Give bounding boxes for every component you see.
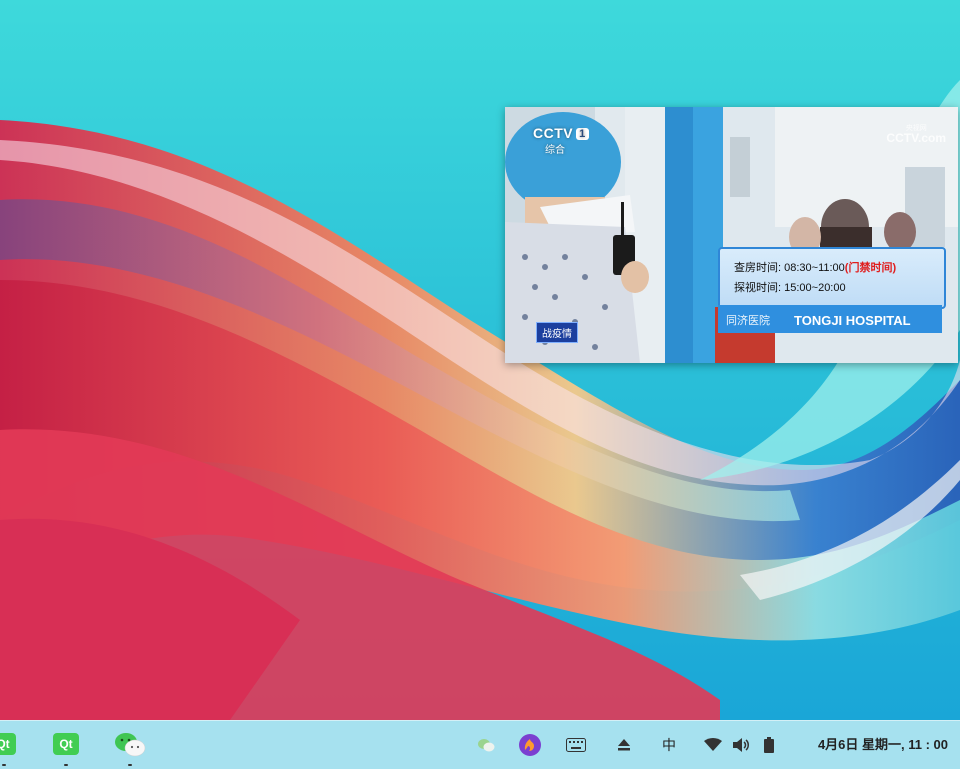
running-indicator (64, 764, 68, 766)
running-indicator (2, 764, 6, 766)
keyboard-icon[interactable] (565, 733, 587, 757)
qt-creator-icon[interactable]: Qt (53, 733, 79, 755)
firefox-tray-icon[interactable] (518, 733, 542, 757)
hospital-banner: 同济医院 TONGJI HOSPITAL (718, 305, 942, 333)
volume-icon[interactable] (731, 733, 751, 757)
qt-creator-icon[interactable]: Qt (0, 733, 16, 755)
wifi-icon[interactable] (703, 733, 723, 757)
visit-line: 探视时间: 15:00~20:00 (734, 282, 846, 294)
running-indicator (128, 764, 132, 766)
cctv-watermark: 央视网 CCTV.com (886, 125, 946, 145)
ward-round-line: 查房时间: 08:30~11:00(门禁时间) (734, 262, 897, 274)
date-time-clock[interactable]: 4月6日 星期一, 11 : 00 (818, 721, 948, 769)
video-player-window[interactable]: CCTV 1 综合 央视网 CCTV.com 战疫情 查房时间: 08:30~11… (505, 107, 958, 363)
cctv-channel-subtitle: 综合 (545, 145, 565, 156)
news-tag: 战疫情 (536, 322, 578, 343)
cctv-channel-logo: CCTV 1 (533, 125, 589, 141)
desktop-wallpaper: CCTV 1 综合 央视网 CCTV.com 战疫情 查房时间: 08:30~11… (0, 0, 960, 720)
wechat-icon[interactable] (113, 731, 147, 759)
battery-icon[interactable] (759, 733, 779, 757)
wechat-tray-icon[interactable] (476, 733, 496, 757)
eject-icon[interactable] (614, 733, 634, 757)
taskbar: Qt Qt 中 4月6日 星期一, 11: 00 (0, 720, 960, 769)
hospital-hours-sign: 查房时间: 08:30~11:00(门禁时间) 探视时间: 15:00~20:0… (718, 247, 946, 309)
input-method-indicator[interactable]: 中 (658, 733, 680, 757)
